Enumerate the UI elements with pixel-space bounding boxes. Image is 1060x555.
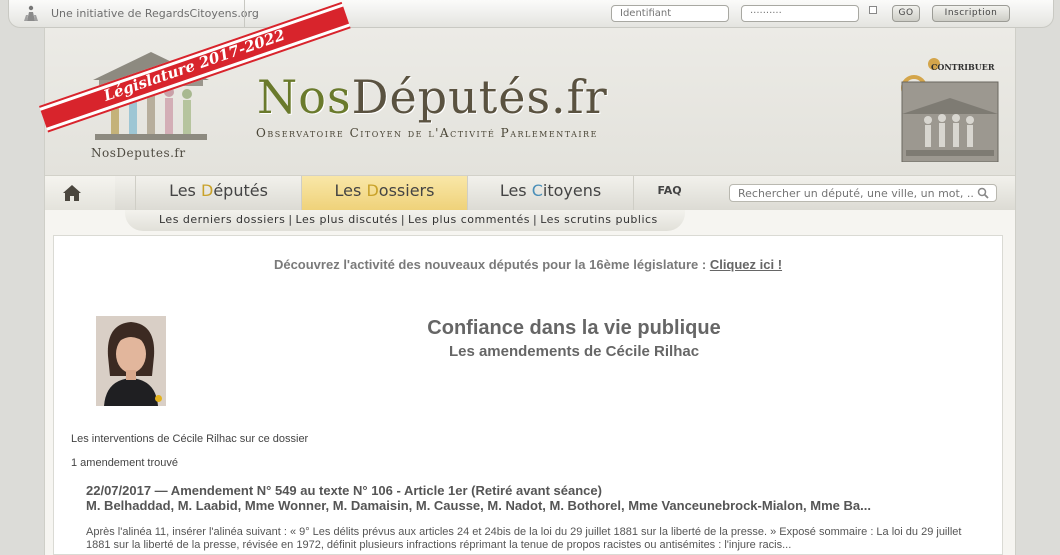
announcement-text: Découvrez l'activité des nouveaux député… [273,257,710,272]
tab-dossiers-prefix: Les [334,181,367,200]
tab-citoyens-initial: C [531,181,543,200]
amendment-count: 1 amendement trouvé [71,457,179,469]
sublink-public-votes[interactable]: Les scrutins publics [540,213,658,226]
tab-citoyens-rest: itoyens [542,181,602,200]
sub-nav: Les derniers dossiers | Les plus discutés |… [125,210,685,231]
remember-checkbox[interactable] [869,6,877,14]
tab-deputes[interactable]: Les Députés [135,176,301,210]
divider [244,0,245,27]
site-title[interactable]: NosDéputés.fr [257,70,608,124]
tab-dossiers-rest: ossiers [378,181,435,200]
dossier-title: Confiance dans la vie publique [427,317,721,339]
tab-deputes-rest: éputés [213,181,268,200]
interventions-link[interactable]: Les interventions de Cécile Rilhac sur c… [71,433,308,445]
search-input[interactable] [729,184,997,202]
tab-dossiers[interactable]: Les Dossiers [301,176,467,210]
contribute-icon[interactable] [900,58,1000,162]
amendment-title[interactable]: 22/07/2017 — Amendement N° 549 au texte … [86,483,602,498]
site-header: NosDeputes.fr Législature 2017-2022 NosD… [39,1,1015,176]
tab-dossiers-initial: D [366,181,379,200]
amendment-excerpt: Après l'alinéa 11, insérer l'alinéa suiv… [86,526,962,551]
logo-wordmark: NosDeputes.fr [91,146,186,160]
go-button[interactable]: GO [892,5,920,22]
home-button[interactable] [45,176,115,210]
announcement: Découvrez l'activité des nouveaux député… [54,257,1002,272]
site-title-prefix: Nos [257,70,352,124]
search-icon[interactable] [977,187,989,199]
amendment-authors: M. Belhaddad, M. Laabid, Mme Wonner, M. … [86,498,871,513]
dossier-subtitle: Les amendements de Cécile Rilhac [448,343,700,360]
tab-deputes-initial: D [200,181,214,200]
signup-button[interactable]: Inscription [932,5,1010,22]
announcement-link[interactable]: Cliquez ici ! [710,257,782,272]
party-dot [155,395,162,402]
home-icon [63,185,81,201]
sublink-most-discussed[interactable]: Les plus discutés [296,213,398,226]
sub-nav-links: Les derniers dossiers | Les plus discutés |… [159,213,658,226]
site-title-rest: Députés.fr [351,70,608,124]
password-field[interactable] [741,5,859,22]
site-tagline: Observatoire Citoyen de l'Activité Parle… [256,126,598,140]
regards-citoyens-logo-icon[interactable] [21,3,41,23]
content-panel: Découvrez l'activité des nouveaux député… [53,235,1003,555]
contribute-label[interactable]: CONTRIBUER [931,62,994,72]
sublink-latest-dossiers[interactable]: Les derniers dossiers [159,213,285,226]
main-nav: Les Députés Les Dossiers Les Citoyens FA… [45,176,1015,210]
login-field[interactable] [611,5,729,22]
tab-citoyens[interactable]: Les Citoyens [467,176,633,210]
initiative-link[interactable]: Une initiative de RegardsCitoyens.org [51,7,259,20]
main-frame: NosDeputes.fr Législature 2017-2022 NosD… [39,1,1016,555]
sublink-most-commented[interactable]: Les plus commentés [408,213,530,226]
tab-deputes-prefix: Les [169,181,201,200]
tab-faq[interactable]: FAQ [633,176,705,210]
tab-citoyens-prefix: Les [499,181,532,200]
top-bar: Une initiative de RegardsCitoyens.org GO… [8,0,1054,28]
